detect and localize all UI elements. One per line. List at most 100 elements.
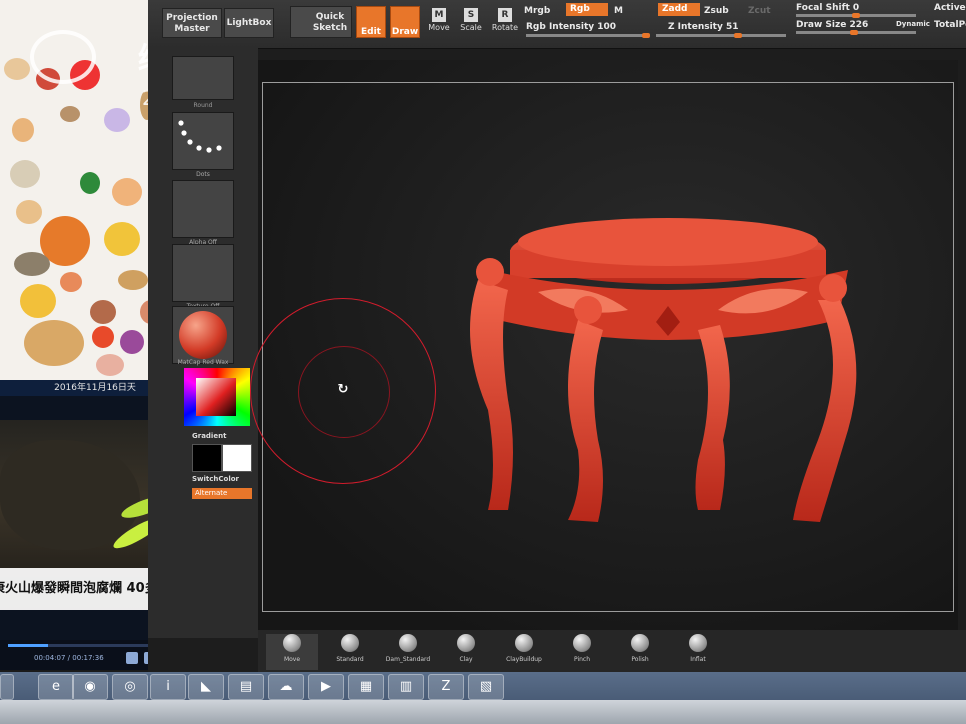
lightbox-button[interactable]: LightBox	[224, 8, 274, 38]
info-app-icon[interactable]: i	[150, 674, 186, 700]
m-button[interactable]: M	[614, 6, 623, 16]
app-window-icon[interactable]: ▧	[468, 674, 504, 700]
draw-button[interactable]: Draw	[390, 6, 420, 38]
ie-browser-icon[interactable]: e	[38, 674, 74, 700]
cloud-app-icon[interactable]: ☁	[268, 674, 304, 700]
brush-claybuildup[interactable]: ClayBuildup	[498, 634, 550, 670]
brush-standard-label: Standard	[336, 656, 364, 663]
gradient-label[interactable]: Gradient	[192, 432, 226, 440]
brush-dam-standard-icon	[399, 634, 417, 652]
total-points-readout: TotalPo	[934, 20, 966, 30]
start-button-icon[interactable]	[0, 674, 14, 700]
rgb-intensity-slider[interactable]: Rgb Intensity 100	[526, 22, 616, 32]
material-tile[interactable]	[172, 306, 234, 364]
stop-icon[interactable]	[126, 652, 138, 664]
rgb-intensity-track[interactable]	[526, 34, 646, 37]
brush-pinch[interactable]: Pinch	[556, 634, 608, 670]
move-button[interactable]: M Move	[424, 4, 454, 40]
z-intensity-track[interactable]	[656, 34, 786, 37]
quick-sketch-button[interactable]: Quick Sketch	[290, 6, 352, 38]
brush-clay[interactable]: Clay	[440, 634, 492, 670]
focal-shift-knob[interactable]	[852, 13, 860, 18]
alternate-button[interactable]: Alternate	[192, 488, 252, 499]
stool-model[interactable]	[448, 210, 888, 530]
brush-pinch-icon	[573, 634, 591, 652]
zadd-button[interactable]: Zadd	[658, 3, 700, 16]
brush-inflat-label: Inflat	[690, 656, 706, 663]
brush-inflat-icon	[689, 634, 707, 652]
cat-app-icon[interactable]: ◣	[188, 674, 224, 700]
dynamic-button[interactable]: Dynamic	[896, 20, 930, 28]
zcut-button[interactable]: Zcut	[748, 6, 771, 16]
projection-master-button[interactable]: Projection Master	[162, 8, 222, 38]
stool-leg-left	[470, 258, 513, 510]
brush-standard[interactable]: Standard	[324, 634, 376, 670]
zsub-button[interactable]: Zsub	[704, 6, 729, 16]
main-color-swatch[interactable]	[192, 444, 222, 472]
video-rock	[0, 440, 140, 550]
chrome-like-icon[interactable]: ◎	[112, 674, 148, 700]
scale-button[interactable]: S Scale	[456, 4, 486, 40]
stool-leg-front-right	[695, 325, 730, 510]
rotate-label: Rotate	[491, 23, 519, 32]
rotate-button[interactable]: R Rotate	[490, 4, 520, 40]
move-icon: M	[432, 8, 446, 22]
mrgb-button[interactable]: Mrgb	[524, 6, 550, 16]
brush-inflat[interactable]: Inflat	[672, 634, 724, 670]
stroke-dots-label: Dots	[196, 171, 210, 178]
zbrush-app-icon[interactable]: ▥	[388, 674, 424, 700]
brush-tile-label: Round	[193, 102, 213, 109]
brush-polish-icon	[631, 634, 649, 652]
brush-polish[interactable]: Polish	[614, 634, 666, 670]
draw-size-slider[interactable]: Draw Size 226	[796, 20, 868, 30]
color-picker[interactable]	[184, 368, 250, 426]
video-time: 00:04:07 / 00:17:36	[34, 654, 104, 662]
globe-app-icon[interactable]: ◉	[72, 674, 108, 700]
brush-standard-icon	[341, 634, 359, 652]
brush-polish-label: Polish	[631, 656, 649, 663]
focal-shift-slider[interactable]: Focal Shift 0	[796, 3, 859, 13]
draw-size-knob[interactable]	[850, 30, 858, 35]
document-canvas[interactable]: ↻	[250, 60, 958, 630]
brush-clay-label: Clay	[459, 656, 473, 663]
rotate-icon: R	[498, 8, 512, 22]
scale-label: Scale	[460, 23, 482, 32]
brush-shelf: Move Standard Dam_Standard Clay ClayBuil…	[258, 630, 966, 672]
video-app-icon[interactable]: ▶	[308, 674, 344, 700]
brush-center-icon: ↻	[337, 382, 349, 397]
stroke-dots-tile[interactable]	[172, 112, 234, 170]
brush-move[interactable]: Move	[266, 634, 318, 670]
brush-dam-standard[interactable]: Dam_Standard	[382, 634, 434, 670]
zbrush-logo-icon[interactable]: Z	[428, 674, 464, 700]
brush-tile[interactable]	[172, 56, 234, 100]
top-toolbar: Projection Master LightBox Quick Sketch …	[148, 0, 966, 49]
texture-tile[interactable]	[172, 244, 234, 302]
brush-dam-standard-label: Dam_Standard	[385, 656, 431, 663]
z-intensity-slider[interactable]: Z Intensity 51	[668, 22, 739, 32]
stool-seat-cushion	[510, 218, 826, 284]
zbrush-window[interactable]: Projection Master LightBox Quick Sketch …	[148, 0, 966, 672]
brush-clay-icon	[457, 634, 475, 652]
brush-pinch-label: Pinch	[573, 656, 591, 663]
brush-claybuildup-icon	[515, 634, 533, 652]
switch-color-button[interactable]: SwitchColor	[192, 475, 239, 483]
alpha-tile[interactable]	[172, 180, 234, 238]
media-app-icon[interactable]: ▦	[348, 674, 384, 700]
monitor-bezel	[0, 700, 966, 724]
folder-icon[interactable]: ▤	[228, 674, 264, 700]
move-label: Move	[428, 23, 450, 32]
left-tray: Round Dots Alpha Off Texture Off MatCap …	[148, 48, 258, 638]
active-points-readout: ActiveP	[934, 3, 966, 13]
rgb-button[interactable]: Rgb	[566, 3, 608, 16]
material-label: MatCap Red Wax	[177, 359, 229, 366]
color-swatches[interactable]	[192, 444, 252, 472]
scale-icon: S	[464, 8, 478, 22]
matcap-sphere-icon	[179, 311, 227, 359]
brush-move-label: Move	[283, 656, 301, 663]
edit-button[interactable]: Edit	[356, 6, 386, 38]
brush-claybuildup-label: ClayBuildup	[506, 656, 542, 663]
rgb-intensity-knob[interactable]	[642, 33, 650, 38]
color-picker-inner[interactable]	[196, 378, 236, 416]
secondary-color-swatch[interactable]	[222, 444, 252, 472]
z-intensity-knob[interactable]	[734, 33, 742, 38]
